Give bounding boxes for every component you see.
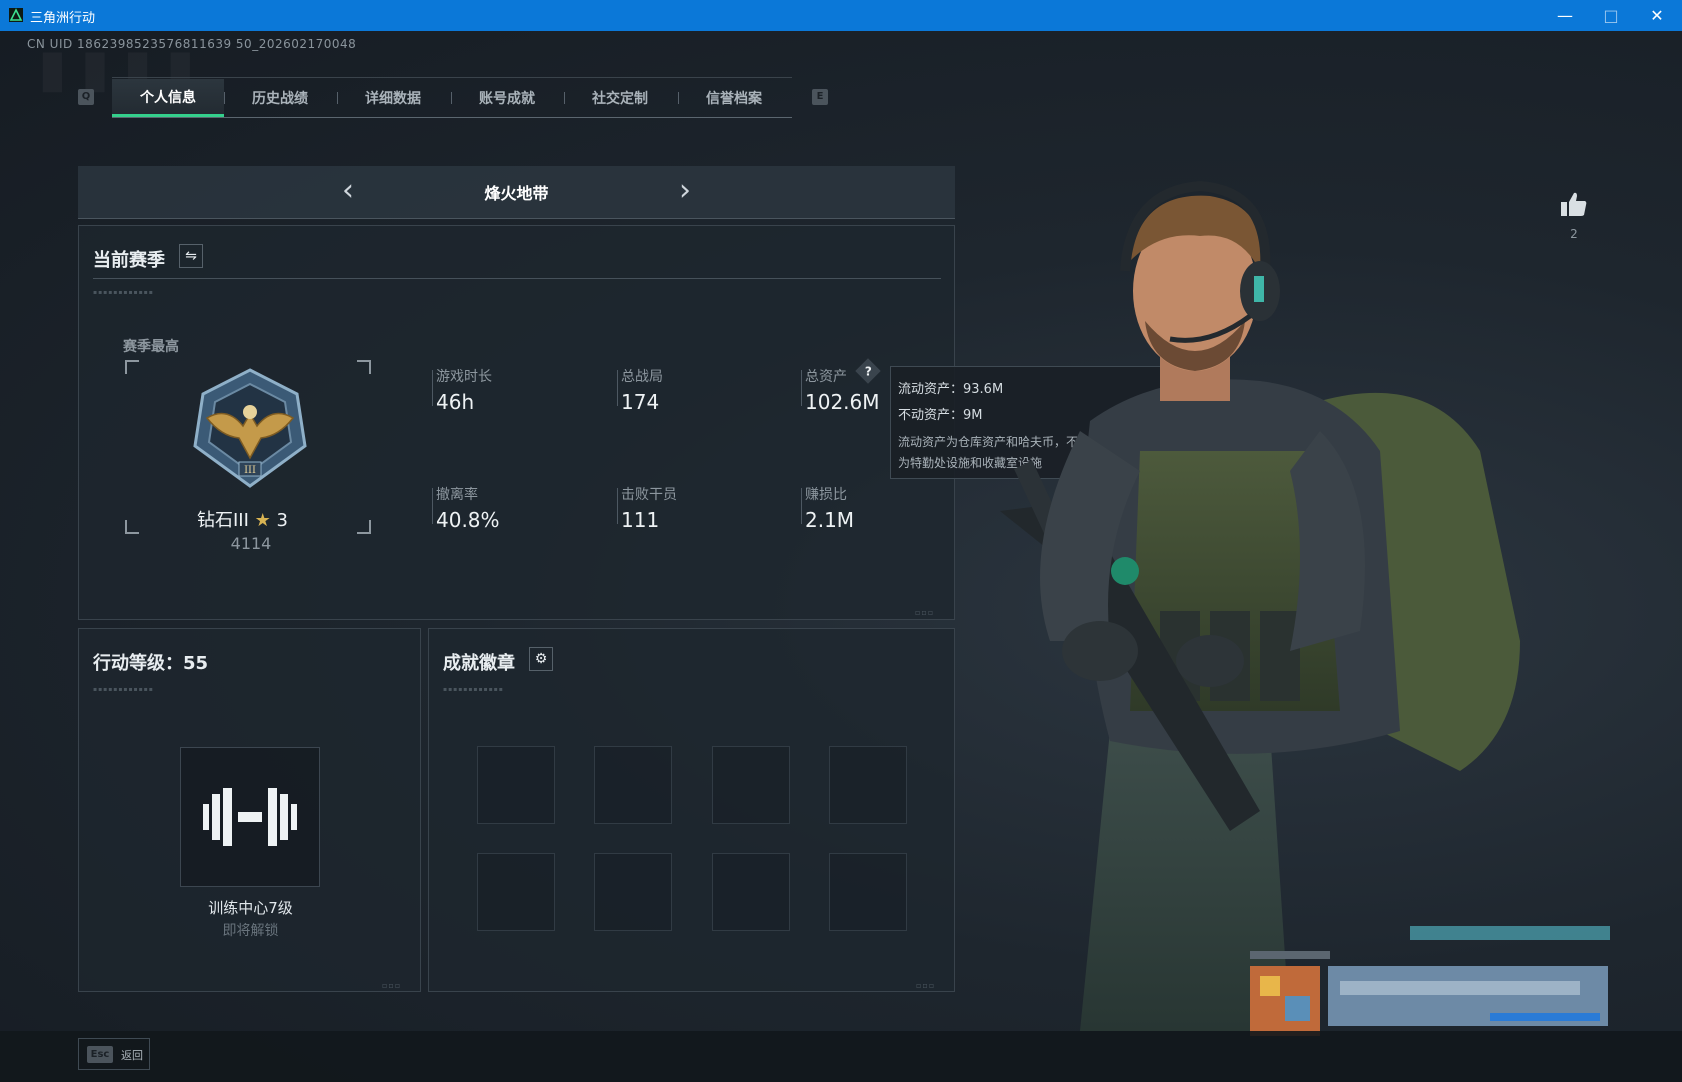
window-titlebar: 三角洲行动 — □ ✕ xyxy=(0,0,1682,31)
frame-corner xyxy=(125,520,139,534)
stat-kills-value: 111 xyxy=(621,508,660,532)
badge-slot[interactable] xyxy=(829,746,907,824)
close-button[interactable]: ✕ xyxy=(1634,0,1680,31)
decorative-dots: ▫▫▫ xyxy=(382,981,402,990)
app-logo-icon xyxy=(9,8,23,22)
stat-divider xyxy=(617,488,618,524)
unlock-reward-card[interactable] xyxy=(180,747,320,887)
tab-history[interactable]: 历史战绩 xyxy=(224,79,336,117)
rank-stars: 3 xyxy=(276,510,288,531)
uid-label: CN UID 1862398523576811639 50_2026021700… xyxy=(27,37,357,51)
mode-title: 烽火地带 xyxy=(484,184,549,203)
svg-text:III: III xyxy=(244,465,256,476)
badges-title: 成就徽章 xyxy=(443,653,515,674)
mode-next-arrow-icon[interactable]: › xyxy=(670,176,700,206)
stat-kills-label: 击败干员 xyxy=(621,487,677,503)
badge-slot[interactable] xyxy=(594,853,672,931)
maximize-button[interactable]: □ xyxy=(1588,0,1634,31)
frame-corner xyxy=(357,360,371,374)
frame-corner xyxy=(357,520,371,534)
section-divider xyxy=(93,278,941,279)
esc-key-hint: Esc xyxy=(87,1046,113,1063)
decorative-microtext: ▪▪▪▪▪▪▪▪▪▪▪▪ xyxy=(443,686,504,693)
minimize-button[interactable]: — xyxy=(1542,0,1588,31)
stat-assets-label: 总资产 xyxy=(805,369,847,385)
stat-playtime-label: 游戏时长 xyxy=(436,369,492,385)
tab-next-key-hint[interactable]: E xyxy=(812,89,828,105)
mode-selector: ‹ 烽火地带 › xyxy=(78,166,955,219)
pixelated-overlay-image xyxy=(1250,926,1610,1036)
stat-extraction-value: 40.8% xyxy=(436,508,500,532)
season-title: 当前赛季 xyxy=(93,250,165,271)
tab-personal-info[interactable]: 个人信息 xyxy=(112,79,224,117)
window-title: 三角洲行动 xyxy=(30,11,96,26)
badge-slot[interactable] xyxy=(829,853,907,931)
tab-credit-record[interactable]: 信誉档案 xyxy=(678,79,790,117)
dumbbell-icon xyxy=(203,788,297,846)
tab-bar: Q 个人信息 历史战绩 详细数据 账号成就 社交定制 信誉档案 E xyxy=(72,77,832,119)
stat-divider xyxy=(617,370,618,406)
help-glyph: ? xyxy=(864,364,872,378)
game-view: ▮▮▮▮ CN UID 1862398523576811639 50_20260… xyxy=(0,31,1682,1082)
decorative-dots: ▫▫▫ xyxy=(915,608,935,617)
decorative-microtext: ▪▪▪▪▪▪▪▪▪▪▪▪ xyxy=(93,289,154,296)
unlock-status: 即将解锁 xyxy=(222,923,279,939)
season-best-label: 赛季最高 xyxy=(123,339,179,355)
tab-achievements[interactable]: 账号成就 xyxy=(451,79,563,117)
tab-detailed-data[interactable]: 详细数据 xyxy=(337,79,449,117)
badge-slot[interactable] xyxy=(594,746,672,824)
stat-divider xyxy=(432,370,433,406)
season-panel: 当前赛季 ⇋ ▪▪▪▪▪▪▪▪▪▪▪▪ 赛季最高 III 钻石III ★ 3 4… xyxy=(78,225,955,620)
badges-settings-icon[interactable]: ⚙ xyxy=(529,647,553,671)
decorative-dots: ▫▫▫ xyxy=(916,981,936,990)
tab-social[interactable]: 社交定制 xyxy=(564,79,676,117)
star-icon: ★ xyxy=(254,510,271,531)
stat-profit-label: 赚损比 xyxy=(805,487,847,503)
like-count: 2 xyxy=(1570,227,1578,241)
stat-profit-value: 2.1M xyxy=(805,508,855,532)
stat-matches-value: 174 xyxy=(621,390,660,414)
assets-help-icon[interactable]: ? xyxy=(855,358,881,384)
action-level-panel: 行动等级：55 ▪▪▪▪▪▪▪▪▪▪▪▪ 训练中心7级 即将解锁 ▫▫▫ xyxy=(78,628,421,992)
badge-slot[interactable] xyxy=(477,746,555,824)
operator-character-image xyxy=(1000,180,1520,1031)
tab-bar-rule xyxy=(112,117,792,118)
badge-slot[interactable] xyxy=(712,746,790,824)
stat-divider xyxy=(801,370,802,406)
stat-assets-value: 102.6M xyxy=(805,390,880,414)
diamond-rank-emblem-icon: III xyxy=(193,368,307,488)
badge-slot[interactable] xyxy=(712,853,790,931)
stat-playtime-value: 46h xyxy=(436,390,475,414)
action-level-title: 行动等级：55 xyxy=(93,653,209,674)
tab-prev-key-hint[interactable]: Q xyxy=(78,89,94,105)
achievement-badges-panel: 成就徽章 ⚙ ▪▪▪▪▪▪▪▪▪▪▪▪ ▫▫▫ xyxy=(428,628,955,992)
decorative-microtext: ▪▪▪▪▪▪▪▪▪▪▪▪ xyxy=(93,686,154,693)
like-widget[interactable]: 2 xyxy=(1560,191,1588,241)
thumbs-up-icon[interactable] xyxy=(1560,191,1588,217)
rank-score: 4114 xyxy=(230,534,272,553)
bottom-bar: Esc 返回 xyxy=(0,1031,1682,1082)
tab-bar-top-rule xyxy=(112,77,792,78)
rank-name-row: 钻石III ★ 3 xyxy=(197,506,288,532)
stat-divider xyxy=(432,488,433,524)
stat-extraction-label: 撤离率 xyxy=(436,487,478,503)
rank-name: 钻石III xyxy=(197,510,249,531)
badge-slot[interactable] xyxy=(477,853,555,931)
back-label: 返回 xyxy=(121,1049,143,1062)
stat-divider xyxy=(801,488,802,524)
unlock-name: 训练中心7级 xyxy=(208,899,293,917)
frame-corner xyxy=(125,360,139,374)
back-button[interactable]: Esc 返回 xyxy=(78,1038,150,1070)
stat-matches-label: 总战局 xyxy=(621,369,663,385)
season-switch-icon[interactable]: ⇋ xyxy=(179,244,203,268)
